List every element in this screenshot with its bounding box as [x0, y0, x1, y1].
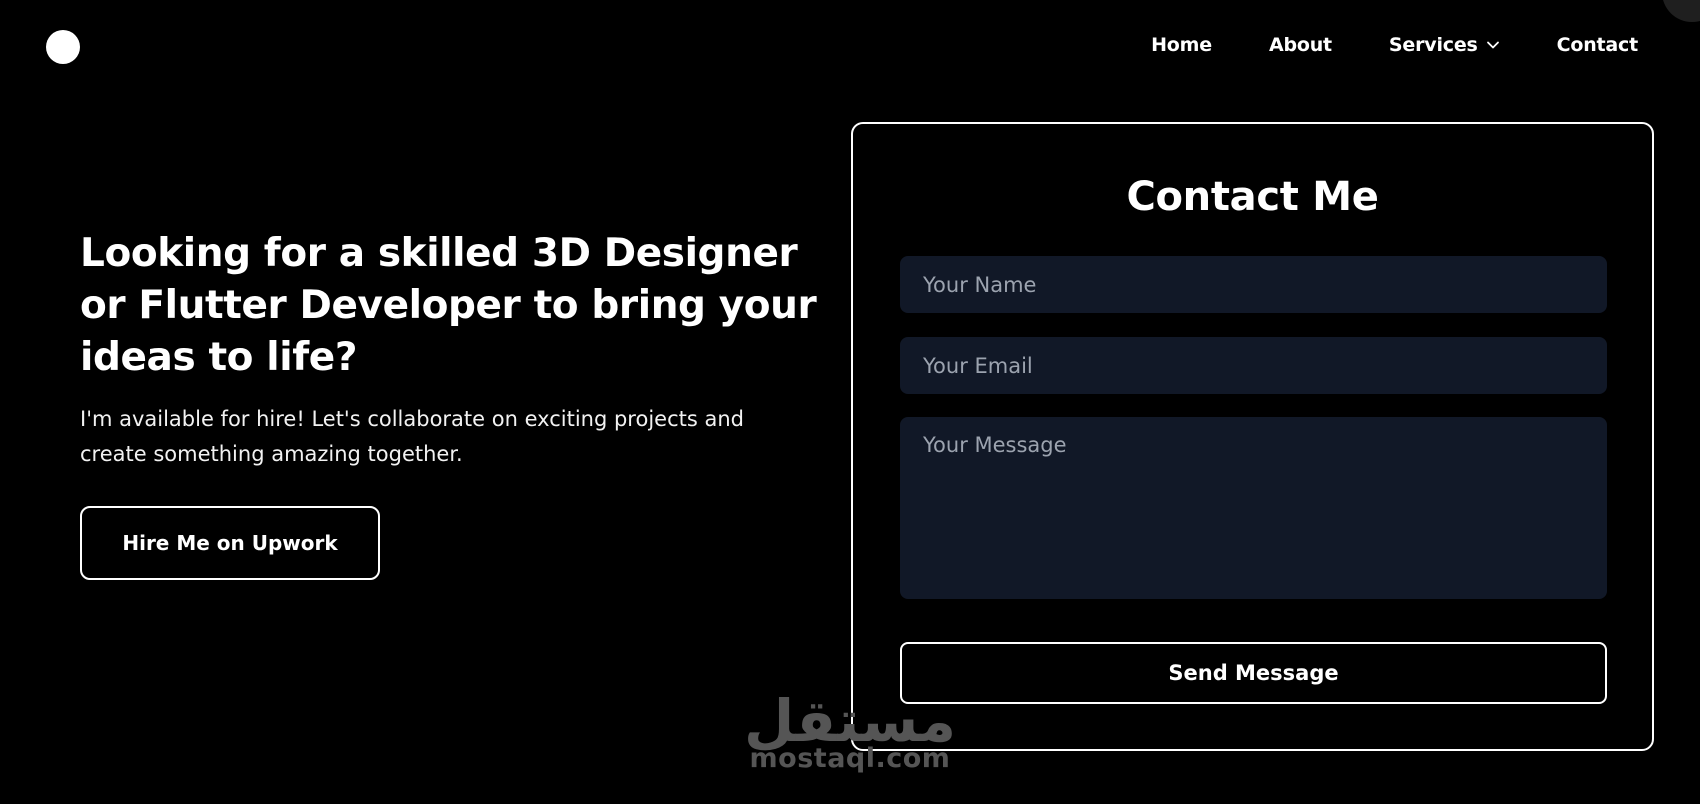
nav-contact[interactable]: Contact	[1557, 34, 1639, 56]
hero-section: Looking for a skilled 3D Designer or Flu…	[80, 228, 820, 580]
nav-services-label: Services	[1388, 34, 1478, 56]
chevron-down-icon	[1486, 41, 1499, 49]
hero-subtitle: I'm available for hire! Let's collaborat…	[80, 407, 744, 466]
watermark: مستقل mostaql.com	[740, 688, 960, 772]
contact-form: Contact Me Send Message	[851, 122, 1654, 751]
nav-home[interactable]: Home	[1151, 34, 1212, 56]
nav-about[interactable]: About	[1269, 34, 1332, 56]
hire-me-button[interactable]: Hire Me on Upwork	[80, 506, 380, 580]
page: Home About Services Contact Looking for …	[0, 0, 1700, 804]
name-input[interactable]	[900, 256, 1607, 313]
logo[interactable]	[46, 30, 80, 64]
email-input[interactable]	[900, 337, 1607, 394]
watermark-latin: mostaql.com	[749, 743, 951, 774]
message-input[interactable]	[900, 417, 1607, 599]
main-nav: Home About Services Contact	[1151, 34, 1638, 56]
contact-title: Contact Me	[1126, 174, 1379, 220]
send-message-button[interactable]: Send Message	[900, 642, 1607, 704]
corner-decoration	[1662, 0, 1700, 22]
hero-title: Looking for a skilled 3D Designer or Flu…	[80, 231, 817, 380]
nav-services[interactable]: Services	[1389, 34, 1500, 56]
